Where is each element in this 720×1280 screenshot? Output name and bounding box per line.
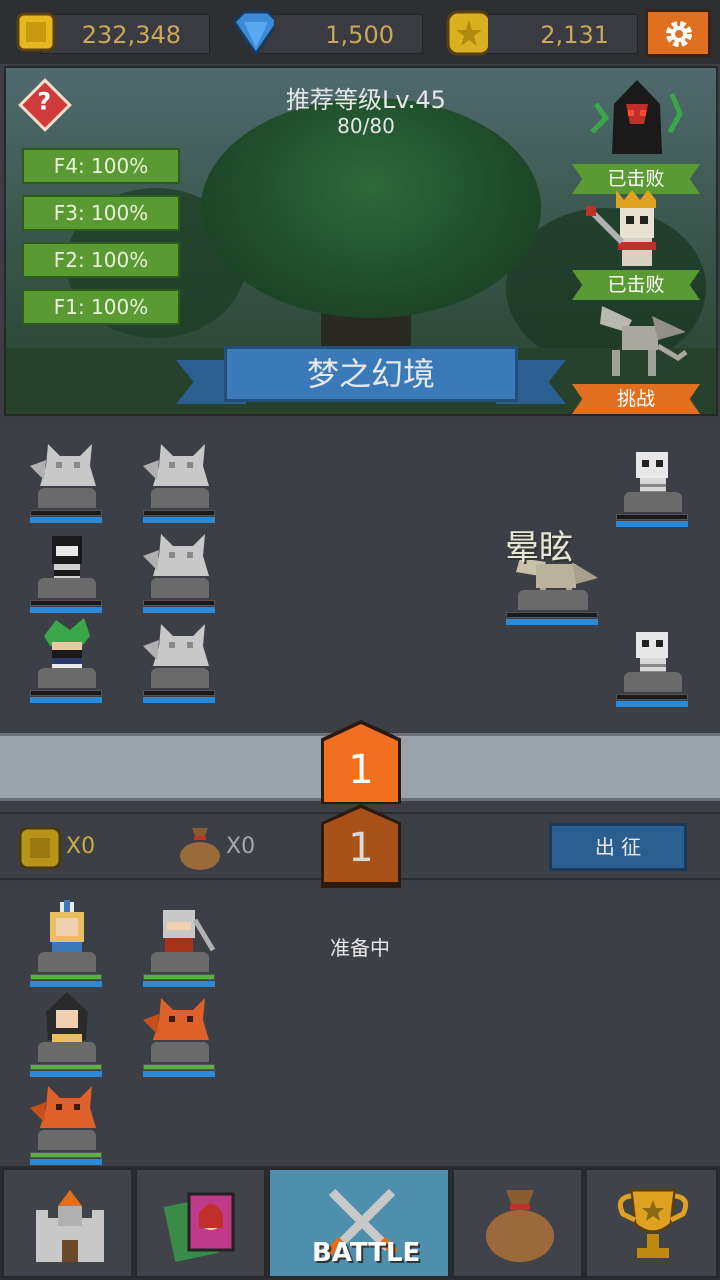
battle-tab-label: BATTLE — [312, 1238, 421, 1268]
currency-bar: 232,348 1,500 2,131 — [0, 0, 720, 64]
ally-unit[interactable] — [30, 436, 104, 526]
banner-body: 梦之幻境 — [224, 346, 518, 402]
gold-value: 232,348 — [81, 21, 181, 49]
reserve-area: 准备中 — [0, 888, 720, 1168]
next-wave-number: 1 — [348, 825, 374, 871]
gear-icon — [666, 21, 692, 47]
preparing-status: 准备中 — [330, 936, 390, 960]
hero-cards-icon — [163, 1192, 235, 1262]
ally-unit[interactable] — [143, 526, 217, 616]
reserve-unit[interactable] — [30, 900, 104, 990]
diamond-icon — [232, 10, 274, 57]
enemy-skeleton[interactable] — [616, 626, 690, 716]
recommended-level: 推荐等级Lv.45 — [286, 86, 446, 114]
stage-panel: ? F4: 100% F3: 100% F2: 100% F1: 100% 推荐… — [4, 66, 718, 416]
tab-castle[interactable] — [2, 1168, 133, 1278]
gold-counter: 232,348 — [40, 14, 210, 54]
settings-button[interactable] — [645, 9, 711, 57]
tab-cards[interactable] — [135, 1168, 266, 1278]
ally-unit[interactable] — [143, 616, 217, 706]
floor-1-progress[interactable]: F1: 100% — [22, 289, 180, 325]
gold-coin-icon — [18, 826, 62, 870]
gem-value: 1,500 — [325, 21, 394, 49]
boss-slot-3[interactable]: 挑战 — [572, 296, 700, 414]
reserve-unit[interactable] — [143, 900, 217, 990]
star-coin-icon — [446, 10, 488, 56]
bag-loot-count: X0 — [226, 834, 256, 859]
ally-unit[interactable] — [30, 526, 104, 616]
floor-2-progress[interactable]: F2: 100% — [22, 242, 180, 278]
stage-name-banner: 梦之幻境 — [176, 342, 566, 412]
stage-name: 梦之幻境 — [306, 355, 435, 393]
loot-bag-icon — [180, 828, 220, 870]
reserve-unit[interactable] — [30, 1078, 104, 1168]
floor-list: F4: 100% F3: 100% F2: 100% F1: 100% — [22, 148, 180, 336]
reserve-unit[interactable] — [30, 990, 104, 1080]
question-mark-icon: ? — [37, 87, 52, 116]
loot-bag-icon — [486, 1190, 554, 1262]
gold-coin-icon — [16, 12, 56, 52]
star-coin-value: 2,131 — [540, 21, 609, 49]
floor-4-progress[interactable]: F4: 100% — [22, 148, 180, 184]
boss-slot-1[interactable]: 已击败 — [572, 74, 700, 194]
reserve-unit[interactable] — [143, 990, 217, 1080]
stage-progress: 80/80 — [337, 114, 395, 138]
castle-icon — [36, 1190, 104, 1262]
skeleton-king-boss-icon — [586, 190, 656, 266]
hooded-mage-boss-icon — [590, 80, 683, 154]
floor-3-progress[interactable]: F3: 100% — [22, 195, 180, 231]
ally-unit[interactable] — [143, 436, 217, 526]
boss-3-challenge[interactable]: 挑战 — [572, 384, 700, 414]
tab-inventory[interactable] — [452, 1168, 583, 1278]
boss-slot-2[interactable]: 已击败 — [572, 186, 700, 304]
help-button[interactable]: ? — [18, 78, 72, 132]
star-coin-counter: 2,131 — [470, 14, 638, 54]
bone-dragon-boss-icon — [600, 306, 688, 376]
ally-unit[interactable] — [30, 616, 104, 706]
battle-field: 晕眩 — [0, 428, 720, 730]
deploy-button[interactable]: 出 征 — [549, 823, 687, 871]
stun-status-label: 晕眩 — [505, 528, 573, 568]
trophy-icon — [617, 1188, 689, 1258]
enemy-skeleton[interactable] — [616, 446, 690, 536]
gem-counter: 1,500 — [258, 14, 423, 54]
tab-rankings[interactable] — [585, 1168, 718, 1278]
gold-loot-count: X0 — [66, 834, 96, 859]
